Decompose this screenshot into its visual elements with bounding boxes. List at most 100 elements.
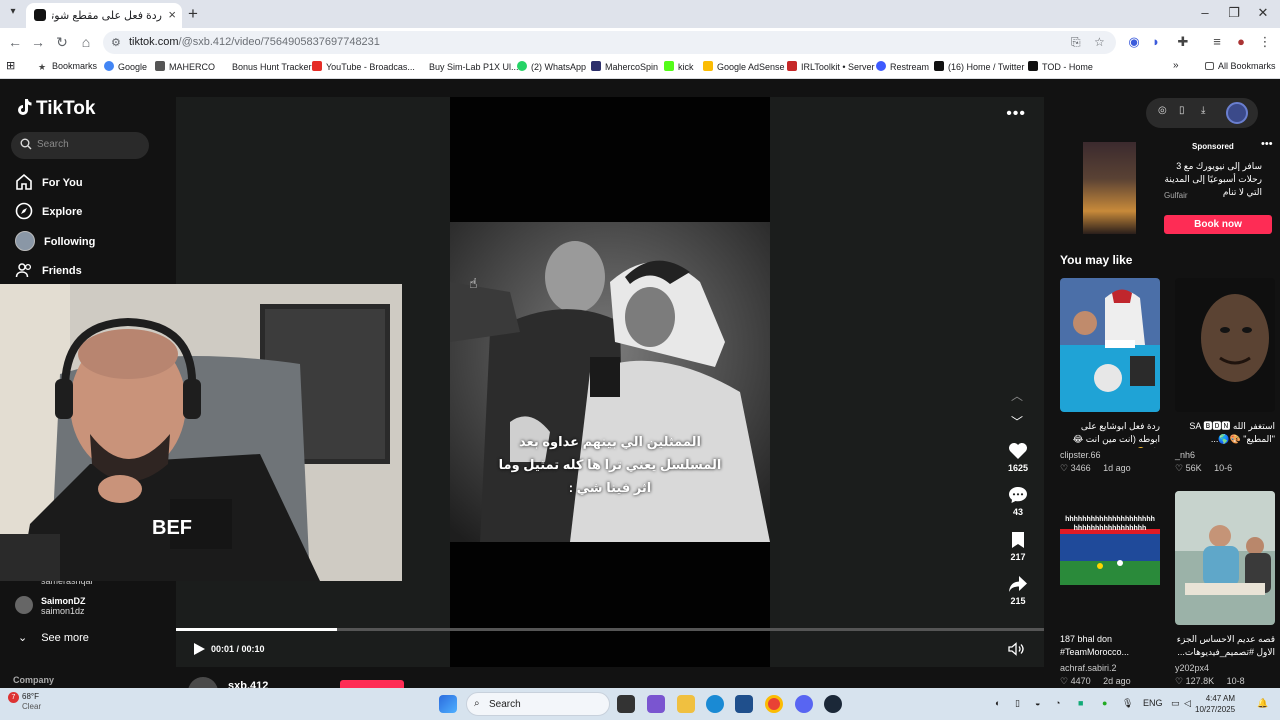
author-avatar[interactable] [188,677,218,688]
video-meta: ♡ 4470 2d ago [1060,676,1131,686]
tiktok-logo[interactable]: TikTok [16,98,95,120]
like-button[interactable]: 1625 [1006,442,1030,473]
discord-icon[interactable] [795,695,813,713]
bookmark-item[interactable]: Google AdSense [703,61,785,72]
task-view-icon[interactable] [617,695,635,713]
bookmark-icon [1012,532,1024,548]
forward-icon[interactable]: → [29,34,47,50]
site-info-icon[interactable]: ⚙ [111,36,121,49]
new-tab-icon[interactable]: + [188,4,198,24]
bookmark-item[interactable]: ★ Bookmarks [38,61,97,72]
account-avatar[interactable] [15,596,33,614]
download-icon[interactable]: ⤓ [1201,105,1205,116]
bookmark-item[interactable]: (2) WhatsApp [517,61,586,72]
bookmark-item[interactable]: Google [104,61,147,72]
bookmark-item[interactable]: MahercoSpin [591,61,658,72]
browser-tab-active[interactable]: ردة فعل على مقطع شوتق الجدد × [26,3,182,28]
coins-icon[interactable]: ◎ [1158,105,1167,116]
taskbar-search-label: Search [489,699,521,710]
nav-friends[interactable]: Friends [15,261,82,283]
progress-bar[interactable] [176,628,1044,631]
bookmark-item[interactable]: TOD - Home [1028,61,1093,72]
volume-icon[interactable] [1008,642,1024,656]
see-more-button[interactable]: ⌄ See more [18,631,89,644]
taskbar-search[interactable]: ⌕ Search [466,692,610,716]
window-close-icon[interactable]: ✕ [1253,5,1273,21]
more-bookmarks-icon[interactable]: » [1173,60,1179,71]
install-app-icon[interactable]: ⎘ [1071,35,1081,50]
windows-start-icon[interactable] [439,695,457,713]
tray-icon[interactable]: ◔ [1055,698,1060,708]
bookmark-item[interactable]: (16) Home / Twitter [934,61,1024,72]
video-frame[interactable]: الممثلين الي بينهم عداوه بعد المسلسل يعن… [450,222,770,542]
chrome-icon[interactable] [765,695,783,713]
tray-icon[interactable]: ◐ [995,698,1000,708]
address-bar[interactable]: ⚙ tiktok.com/@sxb.412/video/756490583769… [103,31,1116,54]
tray-icon[interactable]: ● [1102,698,1107,708]
bookmark-item[interactable]: YouTube - Broadcas... [312,61,415,72]
bookmark-item[interactable]: MAHERCO [155,61,215,72]
store-icon[interactable] [735,695,753,713]
play-icon[interactable] [192,642,206,656]
apps-grid-icon[interactable]: ⊞ [6,59,15,72]
reload-icon[interactable]: ↻ [53,34,71,51]
extension-icon[interactable]: ◗ [1148,34,1164,49]
tray-icon[interactable]: ▯ [1015,698,1020,709]
teams-icon[interactable] [647,695,665,713]
previous-video-icon[interactable]: ︿ [1011,387,1023,404]
file-explorer-icon[interactable] [677,695,695,713]
ad-more-icon[interactable]: ••• [1261,138,1273,150]
notification-bell-icon[interactable]: 🔔 [1257,698,1268,709]
extension-icon[interactable]: ◉ [1126,34,1142,50]
edge-icon[interactable] [706,695,724,713]
company-link[interactable]: Company [13,675,54,685]
language-indicator[interactable]: ENG [1143,698,1163,708]
extensions-puzzle-icon[interactable]: ✚ [1175,34,1191,50]
tiktok-favicon-icon [34,9,46,21]
bookmark-star-icon[interactable]: ☆ [1094,35,1105,49]
follow-button[interactable] [340,680,404,688]
microphone-icon[interactable]: 🎙 [1122,698,1133,709]
media-control-icon[interactable]: ≡ [1209,34,1225,49]
comment-button[interactable]: 43 [1006,486,1030,517]
profile-avatar[interactable]: ● [1233,34,1249,49]
device-icon[interactable]: ▯ [1179,105,1185,116]
bookmark-item[interactable]: IRLToolkit • Server [787,61,875,72]
ad-thumbnail[interactable] [1083,142,1136,234]
book-now-button[interactable]: Book now [1164,215,1272,234]
nav-for-you[interactable]: For You [15,173,83,195]
next-video-icon[interactable]: ﹀ [1011,413,1023,430]
bookmark-item[interactable]: Buy Sim-Lab P1X Ul... [415,61,519,72]
author-name[interactable]: sxb.412 [228,680,268,688]
tray-icon[interactable]: ◒ [1035,698,1040,708]
weather-widget[interactable]: 7 68°F Clear [8,692,41,712]
nav-following[interactable]: Following [15,231,95,253]
video-caption-line: اثر فينا شي : [568,480,652,495]
all-bookmarks[interactable]: All Bookmarks [1205,61,1276,71]
tab-close-icon[interactable]: × [168,7,176,22]
share-count: 215 [1010,596,1026,606]
share-button[interactable]: 215 [1006,575,1030,606]
home-icon[interactable]: ⌂ [77,34,95,50]
back-icon[interactable]: ← [6,34,24,50]
bookmark-item[interactable]: kick [664,61,694,72]
tiktok-page: TikTok Search For You Explore Following … [0,80,1280,688]
minimize-icon[interactable]: – [1195,5,1215,20]
bookmark-item[interactable]: Restream [876,61,929,72]
more-options-icon[interactable]: ••• [1006,105,1026,123]
following-account[interactable]: SaimonDZ saimon1dz [41,596,86,616]
speaker-icon[interactable]: ◁ [1184,698,1191,709]
taskbar-clock[interactable]: 4:47 AM 10/27/2025 [1195,693,1235,715]
save-button[interactable]: 217 [1006,531,1030,562]
tab-search-icon[interactable]: ▾ [6,6,20,20]
network-icon[interactable]: ▭ [1171,698,1180,709]
tray-icon[interactable]: ■ [1078,698,1083,708]
steam-icon[interactable] [824,695,842,713]
search-input[interactable]: Search [11,132,149,159]
restore-icon[interactable]: ❐ [1224,5,1244,21]
user-avatar[interactable] [1226,102,1248,124]
bookmark-item[interactable]: Bonus Hunt Tracker [218,61,312,72]
ad-brand: Gulfair [1164,191,1188,200]
browser-menu-icon[interactable]: ⋮ [1257,34,1273,50]
nav-explore[interactable]: Explore [15,202,82,224]
